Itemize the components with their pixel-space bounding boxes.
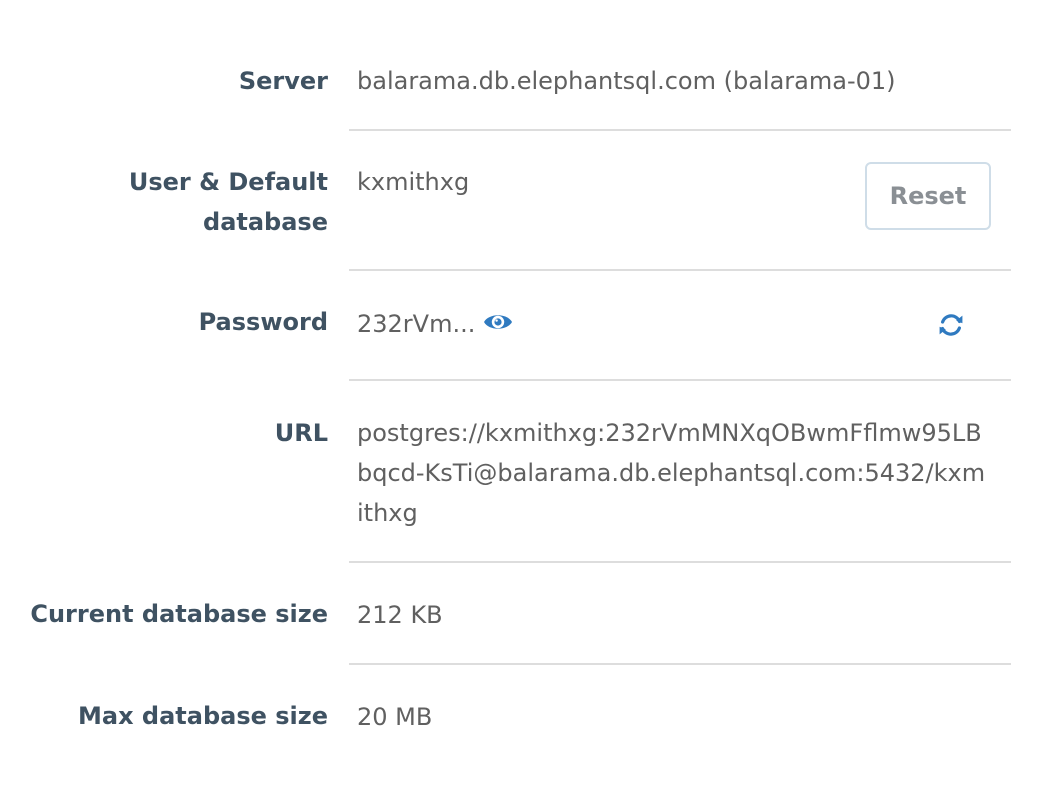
max-size-value: 20 MB bbox=[357, 703, 433, 731]
eye-icon[interactable] bbox=[482, 308, 514, 336]
user-value: kxmithxg bbox=[357, 168, 470, 196]
current-size-label: Current database size bbox=[30, 600, 328, 628]
current-size-value: 212 KB bbox=[357, 601, 443, 629]
row-divider bbox=[349, 379, 1011, 381]
password-label: Password bbox=[198, 308, 328, 336]
row-divider bbox=[349, 663, 1011, 665]
server-label: Server bbox=[238, 67, 328, 95]
user-database-label: User & Default database bbox=[128, 168, 328, 236]
reset-button[interactable]: Reset bbox=[865, 162, 991, 230]
url-value: postgres://kxmithxg:232rVmMNXqOBwmFflmw9… bbox=[357, 419, 986, 527]
row-divider bbox=[349, 269, 1011, 271]
refresh-icon[interactable] bbox=[937, 311, 965, 339]
row-divider bbox=[349, 561, 1011, 563]
max-size-label: Max database size bbox=[77, 702, 328, 730]
url-label: URL bbox=[274, 419, 328, 447]
database-details-panel: Server balarama.db.elephantsql.com (bala… bbox=[0, 0, 1054, 794]
server-value: balarama.db.elephantsql.com (balarama-01… bbox=[357, 67, 896, 95]
password-value: 232rVm... bbox=[357, 310, 476, 338]
row-divider bbox=[349, 129, 1011, 131]
